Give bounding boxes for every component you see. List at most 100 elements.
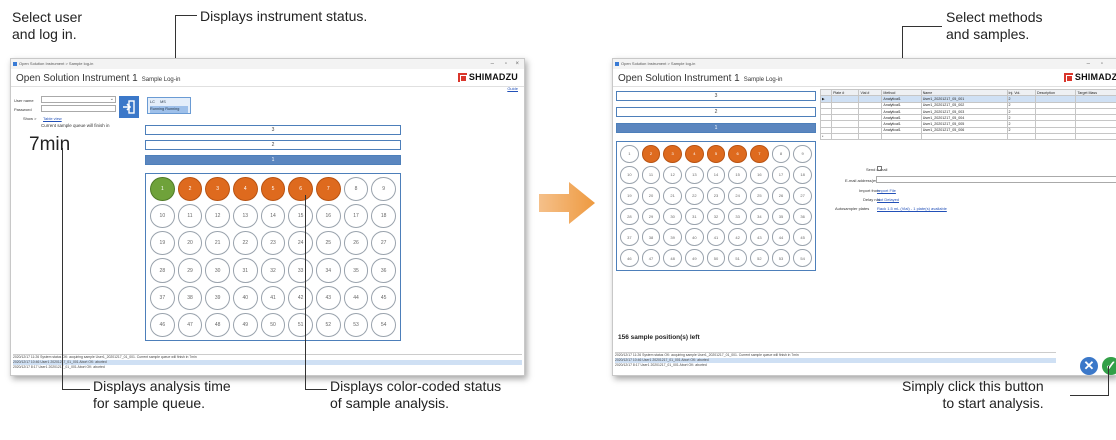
table-view-link[interactable]: Table view xyxy=(43,116,62,121)
vial-position[interactable]: 12 xyxy=(663,165,682,184)
vial-position[interactable]: 32 xyxy=(706,207,726,226)
table-cell[interactable] xyxy=(858,133,883,141)
vial-position[interactable]: 25 xyxy=(315,231,341,256)
minimize-icon[interactable]: – xyxy=(1087,59,1090,69)
vial-position[interactable]: 6 xyxy=(728,145,747,163)
vial-position[interactable]: 8 xyxy=(343,177,369,202)
vial-position[interactable]: 36 xyxy=(793,207,812,226)
vial-position[interactable]: 36 xyxy=(371,258,396,283)
vial-position[interactable]: 37 xyxy=(620,228,639,247)
vial-position[interactable]: 8 xyxy=(771,145,791,163)
vial-position[interactable]: 53 xyxy=(771,249,791,267)
vial-position[interactable]: 23 xyxy=(260,231,286,256)
vial-position[interactable]: 34 xyxy=(315,258,341,283)
vial-position[interactable]: 7 xyxy=(749,145,769,163)
vial-position[interactable]: 3 xyxy=(205,177,230,202)
vial-position[interactable]: 16 xyxy=(749,165,769,184)
vial-position[interactable]: 27 xyxy=(371,231,396,256)
vial-position[interactable]: 11 xyxy=(641,165,661,184)
table-row[interactable]: * xyxy=(819,133,1116,141)
vial-position[interactable]: 46 xyxy=(150,312,175,337)
vial-position[interactable]: 47 xyxy=(641,249,661,267)
send-email-checkbox[interactable] xyxy=(877,166,882,171)
vial-position[interactable]: 13 xyxy=(232,204,258,229)
vial-position[interactable]: 34 xyxy=(749,207,769,226)
vial-position[interactable]: 9 xyxy=(371,177,396,202)
user-name-select[interactable]: ⌄ xyxy=(41,96,116,103)
vial-position[interactable]: 9 xyxy=(793,145,812,163)
vial-position[interactable]: 30 xyxy=(205,258,230,283)
vial-position[interactable]: 40 xyxy=(684,228,704,247)
vial-position[interactable]: 49 xyxy=(232,312,258,337)
vial-position[interactable]: 44 xyxy=(771,228,791,247)
vial-position[interactable]: 33 xyxy=(288,258,313,283)
vial-position[interactable]: 10 xyxy=(150,204,175,229)
table-cell[interactable] xyxy=(1006,133,1037,141)
vial-position[interactable]: 16 xyxy=(315,204,341,229)
vial-position[interactable]: 43 xyxy=(749,228,769,247)
close-icon[interactable]: × xyxy=(515,59,519,69)
vial-position[interactable]: 40 xyxy=(232,285,258,310)
vial-position[interactable]: 43 xyxy=(315,285,341,310)
vial-position[interactable]: 25 xyxy=(749,186,769,205)
vial-position[interactable]: 17 xyxy=(343,204,369,229)
vial-position[interactable]: 46 xyxy=(620,249,639,267)
vial-position[interactable]: 5 xyxy=(260,177,286,202)
vial-position[interactable]: 48 xyxy=(663,249,682,267)
vial-position[interactable]: 29 xyxy=(641,207,661,226)
vial-position[interactable]: 18 xyxy=(371,204,396,229)
rack-row[interactable]: 1 xyxy=(616,123,816,133)
table-cell[interactable] xyxy=(920,133,1008,141)
vial-position[interactable]: 29 xyxy=(177,258,203,283)
vial-position[interactable]: 42 xyxy=(728,228,747,247)
start-analysis-button[interactable]: ✓ xyxy=(1102,357,1116,375)
vial-position[interactable]: 52 xyxy=(749,249,769,267)
vial-position[interactable]: 44 xyxy=(343,285,369,310)
login-button[interactable] xyxy=(119,96,139,118)
vial-position[interactable]: 14 xyxy=(706,165,726,184)
vial-position[interactable]: 14 xyxy=(260,204,286,229)
vial-position[interactable]: 17 xyxy=(771,165,791,184)
vial-position[interactable]: 53 xyxy=(343,312,369,337)
vial-position[interactable]: 50 xyxy=(706,249,726,267)
import-file-link[interactable]: Import File xyxy=(877,188,896,193)
vial-position[interactable]: 38 xyxy=(177,285,203,310)
vial-position[interactable]: 30 xyxy=(663,207,682,226)
vial-position[interactable]: 39 xyxy=(205,285,230,310)
table-cell[interactable] xyxy=(831,133,860,141)
rack-row[interactable]: 3 xyxy=(616,91,816,101)
vial-position[interactable]: 1 xyxy=(150,177,175,202)
vial-position[interactable]: 11 xyxy=(177,204,203,229)
delay-run-link[interactable]: Not Delayed xyxy=(877,197,899,202)
vial-position[interactable]: 52 xyxy=(315,312,341,337)
vial-position[interactable]: 38 xyxy=(641,228,661,247)
sample-table[interactable]: Plate # Vial # Method Name Inj. Vol. Descript… xyxy=(819,88,1116,141)
vial-position[interactable]: 45 xyxy=(793,228,812,247)
vial-position[interactable]: 28 xyxy=(620,207,639,226)
vial-position[interactable]: 26 xyxy=(343,231,369,256)
vial-position[interactable]: 22 xyxy=(684,186,704,205)
email-address-field[interactable] xyxy=(876,176,1116,183)
vial-position[interactable]: 54 xyxy=(793,249,812,267)
vial-position[interactable]: 33 xyxy=(728,207,747,226)
vial-position[interactable]: 35 xyxy=(343,258,369,283)
vial-position[interactable]: 20 xyxy=(641,186,661,205)
vial-position[interactable]: 31 xyxy=(232,258,258,283)
minimize-icon[interactable]: – xyxy=(491,59,494,69)
vial-position[interactable]: 39 xyxy=(663,228,682,247)
password-field[interactable] xyxy=(41,105,116,112)
vial-position[interactable]: 13 xyxy=(684,165,704,184)
vial-position[interactable]: 2 xyxy=(177,177,203,202)
vial-position[interactable]: 12 xyxy=(205,204,230,229)
rack-row[interactable]: 2 xyxy=(616,107,816,117)
vial-position[interactable]: 47 xyxy=(177,312,203,337)
vial-position[interactable]: 3 xyxy=(663,145,682,163)
rack-row[interactable]: 2 xyxy=(145,140,401,150)
table-cell[interactable] xyxy=(1035,133,1077,141)
vial-position[interactable]: 19 xyxy=(150,231,175,256)
vial-position[interactable]: 18 xyxy=(793,165,812,184)
vial-position[interactable]: 4 xyxy=(232,177,258,202)
vial-position[interactable]: 54 xyxy=(371,312,396,337)
vial-position[interactable]: 6 xyxy=(288,177,313,202)
vial-position[interactable]: 2 xyxy=(641,145,661,163)
